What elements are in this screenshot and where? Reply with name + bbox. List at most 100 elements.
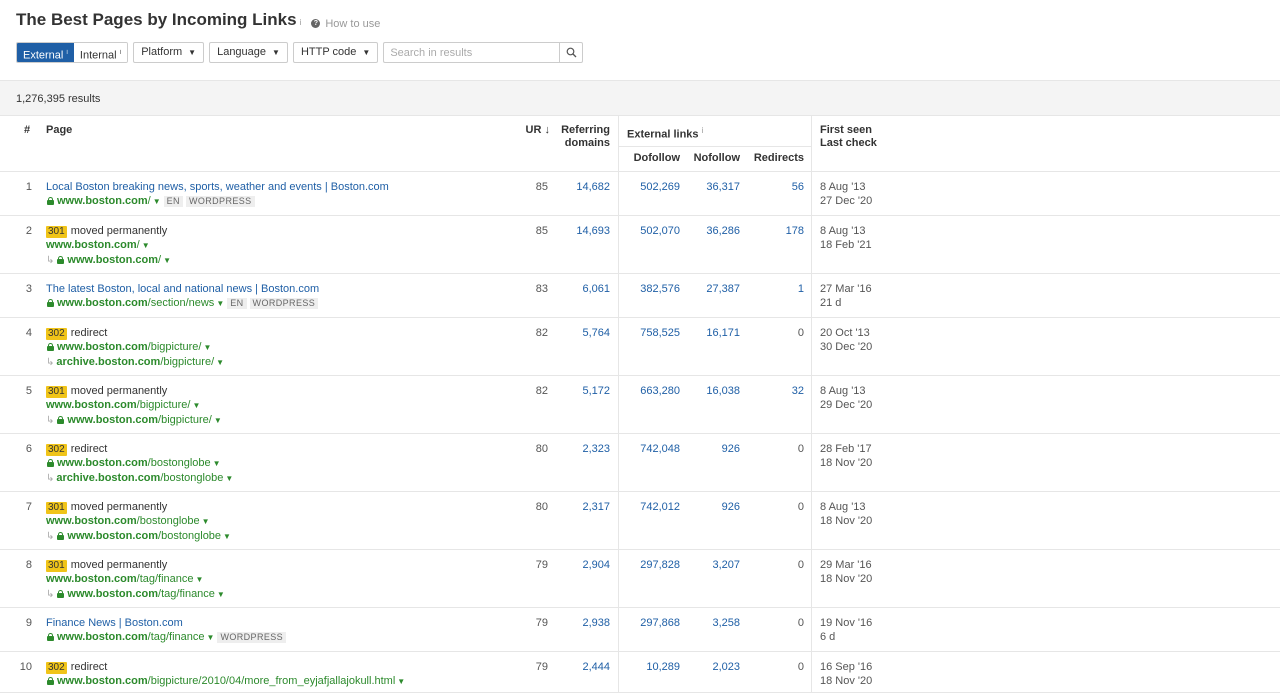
redirect-arrow-icon: ↳ — [46, 255, 55, 266]
page-url-link[interactable]: www.boston.com/bostonglobe ▼ — [46, 515, 210, 527]
internal-label: Internal — [79, 49, 117, 62]
redirect-target-link[interactable]: archive.boston.com/bigpicture/▼ — [56, 356, 224, 368]
nofollow-link[interactable]: 16,038 — [686, 384, 740, 398]
col-redirects[interactable]: Redirects — [746, 152, 804, 165]
chevron-down-icon[interactable]: ▼ — [213, 459, 221, 468]
referring-domains-link[interactable]: 5,172 — [556, 384, 610, 398]
nofollow-link[interactable]: 3,207 — [686, 558, 740, 572]
page-url-link[interactable]: www.boston.com/▼ — [46, 195, 161, 207]
dofollow-link[interactable]: 382,576 — [620, 282, 680, 296]
page-cell: 301 moved permanently www.boston.com/bigpi… — [46, 384, 516, 428]
chevron-down-icon[interactable]: ▼ — [223, 532, 231, 541]
chevron-down-icon[interactable]: ▼ — [203, 343, 211, 352]
chevron-down-icon[interactable]: ▼ — [217, 590, 225, 599]
search-input[interactable] — [383, 42, 560, 63]
dofollow-link[interactable]: 297,828 — [620, 558, 680, 572]
dofollow-link[interactable]: 742,048 — [620, 442, 680, 456]
referring-domains-link[interactable]: 2,317 — [556, 500, 610, 514]
chevron-down-icon[interactable]: ▼ — [196, 575, 204, 584]
chevron-down-icon[interactable]: ▼ — [192, 401, 200, 410]
chevron-down-icon[interactable]: ▼ — [202, 517, 210, 526]
dofollow-link[interactable]: 742,012 — [620, 500, 680, 514]
platform-dropdown[interactable]: Platform ▼ — [133, 42, 205, 63]
chevron-down-icon[interactable]: ▼ — [153, 197, 161, 206]
row-number: 1 — [25, 181, 32, 193]
chevron-down-icon[interactable]: ▼ — [207, 633, 215, 642]
search-button[interactable] — [559, 42, 584, 63]
redirects-value[interactable]: 56 — [746, 180, 804, 194]
table-row: 8 301 moved permanently www.boston.com/tag/… — [0, 550, 1280, 608]
page-url-link[interactable]: www.boston.com/tag/finance ▼ — [46, 573, 203, 585]
page-title-link[interactable]: Local Boston breaking news, sports, weat… — [46, 181, 389, 193]
page-url-link[interactable]: www.boston.com/section/news ▼ — [46, 297, 224, 309]
referring-domains-link[interactable]: 6,061 — [556, 282, 610, 296]
dofollow-link[interactable]: 663,280 — [620, 384, 680, 398]
chevron-down-icon[interactable]: ▼ — [216, 358, 224, 367]
referring-domains-link[interactable]: 2,323 — [556, 442, 610, 456]
page-url-link[interactable]: www.boston.com/▼ — [46, 239, 150, 251]
redirect-target-link[interactable]: www.boston.com/▼ — [56, 254, 171, 266]
first-seen-date: 8 Aug '13 — [820, 225, 866, 237]
chevron-down-icon[interactable]: ▼ — [225, 474, 233, 483]
dofollow-link[interactable]: 502,070 — [620, 224, 680, 238]
table-row: 10 302 redirect www.boston.com/bigpicture/2… — [0, 652, 1280, 693]
external-info-icon: i — [66, 49, 68, 56]
nofollow-link[interactable]: 16,171 — [686, 326, 740, 340]
referring-domains-link[interactable]: 14,693 — [556, 224, 610, 238]
chevron-down-icon[interactable]: ▼ — [214, 416, 222, 425]
nofollow-link[interactable]: 36,317 — [686, 180, 740, 194]
page-url-link[interactable]: www.boston.com/bigpicture/▼ — [46, 399, 200, 411]
nofollow-link[interactable]: 926 — [686, 442, 740, 456]
page-title-link[interactable]: The latest Boston, local and national ne… — [46, 283, 319, 295]
nofollow-link[interactable]: 27,387 — [686, 282, 740, 296]
http-code-badge: 302 — [46, 328, 67, 340]
col-first-seen-last-check[interactable]: First seen Last check — [820, 124, 877, 150]
redirect-target-link[interactable]: archive.boston.com/bostonglobe ▼ — [56, 472, 233, 484]
ur-value: 82 — [535, 385, 548, 397]
page-url-link[interactable]: www.boston.com/bigpicture/▼ — [46, 341, 211, 353]
redirect-target-link[interactable]: www.boston.com/bostonglobe ▼ — [56, 530, 231, 542]
referring-domains-link[interactable]: 14,682 — [556, 180, 610, 194]
nofollow-link[interactable]: 3,258 — [686, 616, 740, 630]
dofollow-link[interactable]: 297,868 — [620, 616, 680, 630]
nofollow-link[interactable]: 926 — [686, 500, 740, 514]
page-url-link[interactable]: www.boston.com/bigpicture/2010/04/more_f… — [46, 675, 405, 687]
col-dofollow[interactable]: Dofollow — [620, 152, 680, 165]
external-tab[interactable]: External i — [17, 43, 74, 62]
col-referring-domains[interactable]: Referring domains — [550, 124, 610, 150]
chevron-down-icon[interactable]: ▼ — [163, 256, 171, 265]
http-code-dropdown[interactable]: HTTP code ▼ — [292, 42, 379, 63]
chevron-down-icon[interactable]: ▼ — [142, 241, 150, 250]
referring-domains-link[interactable]: 2,444 — [556, 660, 610, 674]
internal-tab[interactable]: Internal i — [73, 43, 128, 62]
page-cell: The latest Boston, local and national ne… — [46, 282, 516, 311]
language-dropdown[interactable]: Language ▼ — [209, 42, 288, 63]
chevron-down-icon[interactable]: ▼ — [397, 677, 405, 686]
page-url-link[interactable]: www.boston.com/bostonglobe ▼ — [46, 457, 221, 469]
url-host: www.boston.com — [67, 254, 159, 266]
col-ur[interactable]: UR ↓ — [520, 124, 550, 137]
redirect-target-link[interactable]: www.boston.com/bigpicture/▼ — [56, 414, 222, 426]
page-title-link[interactable]: Finance News | Boston.com — [46, 617, 183, 629]
redirects-value[interactable]: 1 — [746, 282, 804, 296]
col-nofollow[interactable]: Nofollow — [686, 152, 740, 165]
referring-domains-link[interactable]: 2,904 — [556, 558, 610, 572]
page-url-link[interactable]: www.boston.com/tag/finance ▼ — [46, 631, 214, 643]
referring-domains-link[interactable]: 5,764 — [556, 326, 610, 340]
redirect-target-link[interactable]: www.boston.com/tag/finance ▼ — [56, 588, 225, 600]
redirects-value[interactable]: 178 — [746, 224, 804, 238]
row-number: 6 — [25, 443, 32, 455]
page-tag: WORDPRESS — [249, 298, 319, 309]
external-links-info-icon[interactable]: i — [702, 126, 704, 135]
referring-domains-link[interactable]: 2,938 — [556, 616, 610, 630]
chevron-down-icon[interactable]: ▼ — [216, 299, 224, 308]
how-to-use-link[interactable]: ? How to use — [311, 18, 380, 30]
nofollow-link[interactable]: 2,023 — [686, 660, 740, 674]
last-check-date: 30 Dec '20 — [820, 341, 873, 353]
dofollow-link[interactable]: 502,269 — [620, 180, 680, 194]
redirects-value[interactable]: 32 — [746, 384, 804, 398]
dofollow-link[interactable]: 758,525 — [620, 326, 680, 340]
nofollow-link[interactable]: 36,286 — [686, 224, 740, 238]
title-info-icon[interactable]: i — [300, 18, 302, 27]
dofollow-link[interactable]: 10,289 — [620, 660, 680, 674]
